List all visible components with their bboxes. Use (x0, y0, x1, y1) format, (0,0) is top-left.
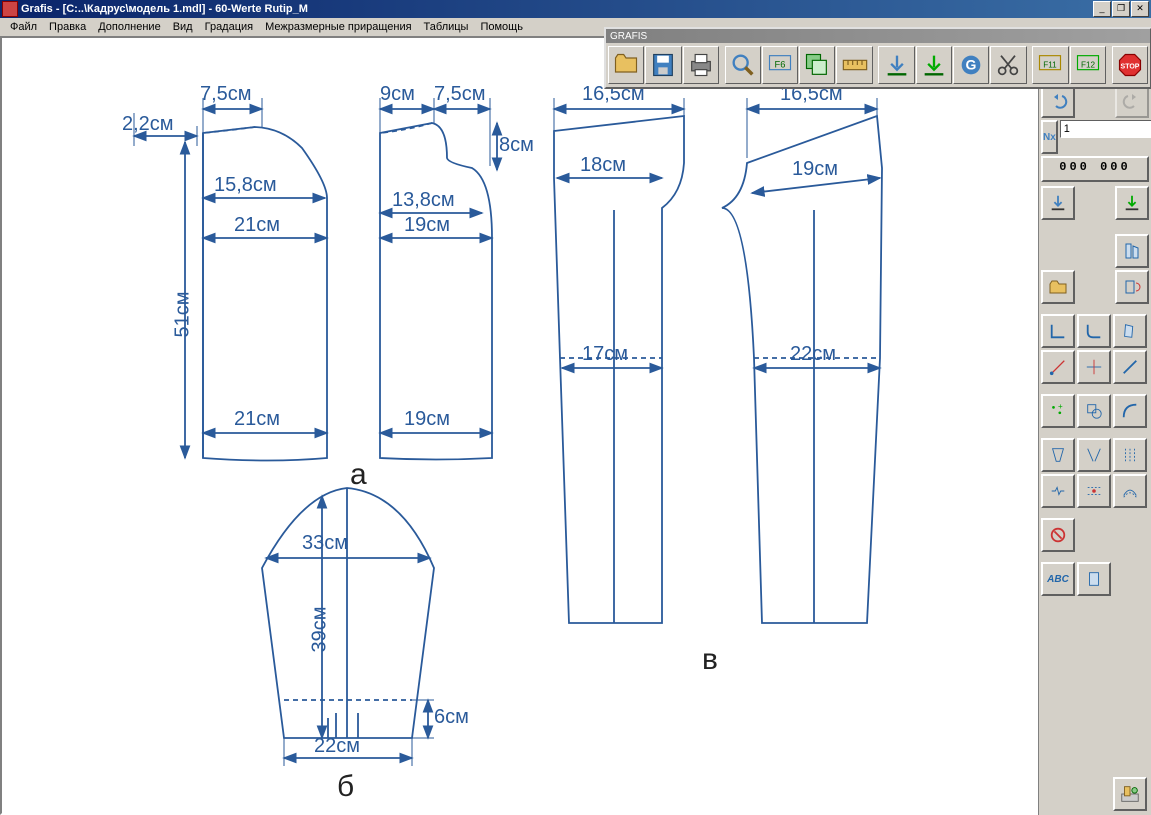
diag-line-button[interactable] (1113, 350, 1147, 384)
delete-button[interactable] (1041, 518, 1075, 552)
menu-tables[interactable]: Таблицы (418, 19, 475, 35)
menu-help[interactable]: Помощь (474, 19, 529, 35)
stop-button[interactable]: STOP (1112, 46, 1148, 84)
dim-19b: 19см (404, 408, 450, 431)
dim-8: 8см (499, 134, 534, 157)
dim-17: 17см (582, 343, 628, 366)
print-button[interactable] (683, 46, 719, 84)
machine-button[interactable] (1113, 777, 1147, 811)
window-title: Grafis - [C:..\Кадрус\модель 1.mdl] - 60… (21, 3, 1093, 15)
scissors-button[interactable] (990, 46, 1026, 84)
svg-text:F6: F6 (775, 59, 786, 69)
seam-button[interactable] (1077, 474, 1111, 508)
down-green-button[interactable] (916, 46, 952, 84)
dim-6: 6см (434, 706, 469, 729)
dim-7-5: 7,5см (200, 83, 252, 106)
insert-down-green-button[interactable] (1115, 186, 1149, 220)
dart-button[interactable] (1041, 438, 1075, 472)
svg-text:G: G (966, 57, 977, 73)
down-button[interactable] (878, 46, 914, 84)
nx-button[interactable]: Nx (1041, 120, 1058, 154)
dim-22: 22см (790, 343, 836, 366)
dim-18: 18см (580, 154, 626, 177)
g-button[interactable]: G (953, 46, 989, 84)
menu-addon[interactable]: Дополнение (92, 19, 166, 35)
seam-allow-button[interactable] (1113, 474, 1147, 508)
dim-9: 9см (380, 83, 415, 106)
dim-15-8: 15,8см (214, 174, 277, 197)
zoom-button[interactable] (725, 46, 761, 84)
insert-down-button[interactable] (1041, 186, 1075, 220)
counter-display: 000 000 (1041, 156, 1149, 182)
f6-button[interactable]: F6 (762, 46, 798, 84)
dim-33: 33см (302, 532, 348, 555)
fig-v: в (702, 643, 718, 677)
minimize-button[interactable]: _ (1093, 1, 1111, 17)
curve-corner-button[interactable] (1077, 314, 1111, 348)
text-button[interactable]: ABC (1041, 562, 1075, 596)
fig-b: б (337, 770, 354, 804)
points-button[interactable]: + (1041, 394, 1075, 428)
undo-button[interactable] (1041, 84, 1075, 118)
notch-button[interactable] (1041, 474, 1075, 508)
side-toolbar: Nx 000 000 + (1038, 82, 1151, 815)
corner-button[interactable] (1041, 314, 1075, 348)
cross-button[interactable] (1077, 350, 1111, 384)
dim-19: 19см (404, 214, 450, 237)
menu-file[interactable]: Файл (4, 19, 43, 35)
piece-outline-button[interactable] (1113, 314, 1147, 348)
pleat-button[interactable] (1113, 438, 1147, 472)
dim-13-8: 13,8см (392, 189, 455, 212)
svg-text:F12: F12 (1081, 60, 1096, 69)
line-arrow-button[interactable] (1041, 350, 1075, 384)
mirror-button[interactable] (1077, 438, 1111, 472)
svg-text:STOP: STOP (1120, 64, 1139, 71)
window-titlebar: Grafis - [C:..\Кадрус\модель 1.mdl] - 60… (0, 0, 1151, 18)
circle-rect-button[interactable] (1077, 394, 1111, 428)
save-button[interactable] (645, 46, 681, 84)
fig-a: а (350, 458, 367, 492)
drawing-canvas[interactable]: 7,5см 2,2см 15,8см 21см 51см 21см 9см 7,… (0, 36, 1041, 815)
f12-button[interactable]: F12 (1070, 46, 1106, 84)
menu-grading[interactable]: Градация (199, 19, 260, 35)
dim-39: 39см (309, 607, 332, 653)
nx-input[interactable] (1060, 120, 1151, 138)
folder-piece-button[interactable] (1041, 270, 1075, 304)
app-icon (2, 1, 18, 17)
toolbar-title[interactable]: GRAFIS (606, 29, 1150, 43)
menu-edit[interactable]: Правка (43, 19, 92, 35)
layers-button[interactable] (799, 46, 835, 84)
f11-button[interactable]: F11 (1032, 46, 1068, 84)
menu-view[interactable]: Вид (167, 19, 199, 35)
open-button[interactable] (608, 46, 644, 84)
ruler-button[interactable] (836, 46, 872, 84)
piece-icon[interactable] (1115, 234, 1149, 268)
arc-button[interactable] (1113, 394, 1147, 428)
dim-51: 51см (172, 292, 195, 338)
grafis-toolbar: GRAFIS F6 G F11 F12 STOP (604, 27, 1151, 89)
menu-increments[interactable]: Межразмерные приращения (259, 19, 417, 35)
dim-21b: 21см (234, 408, 280, 431)
dim-7-5b: 7,5см (434, 83, 486, 106)
dim-19c: 19см (792, 158, 838, 181)
close-button[interactable]: ✕ (1131, 1, 1149, 17)
dim-2-2: 2,2см (122, 113, 174, 136)
dim-21: 21см (234, 214, 280, 237)
restore-button[interactable]: ❐ (1112, 1, 1130, 17)
pattern-button[interactable] (1077, 562, 1111, 596)
svg-text:+: + (1058, 402, 1063, 411)
dim-22b: 22см (314, 735, 360, 758)
rotate-piece-button[interactable] (1115, 270, 1149, 304)
svg-text:F11: F11 (1044, 60, 1058, 69)
redo-button[interactable] (1115, 84, 1149, 118)
